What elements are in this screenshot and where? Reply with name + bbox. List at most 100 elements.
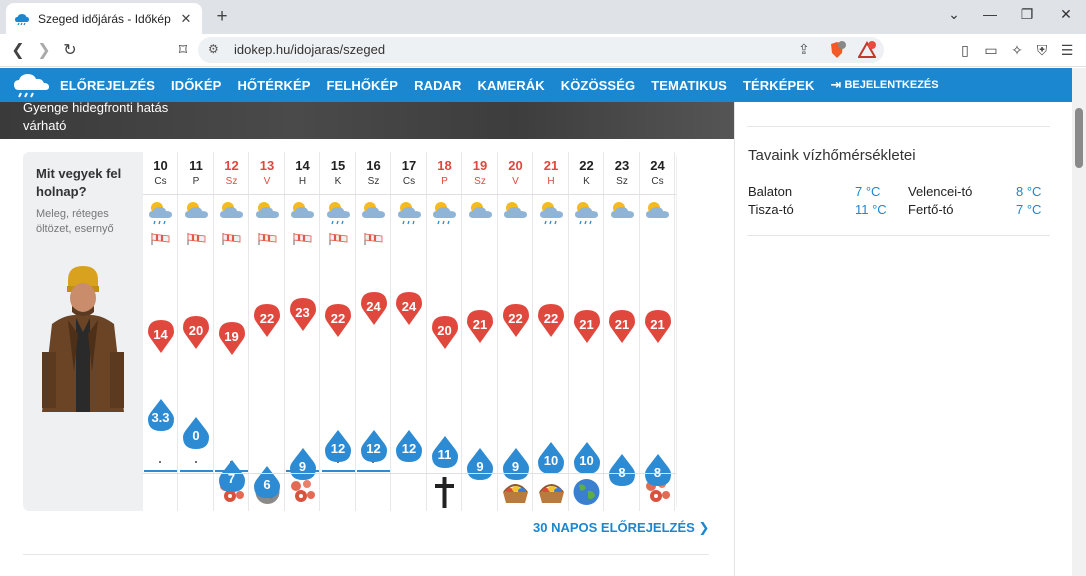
nav-item-tematikus[interactable]: TEMATIKUS xyxy=(643,78,735,93)
leo-ai-icon[interactable]: ✧ xyxy=(1008,42,1026,59)
min-temp-drop: 9 xyxy=(502,447,529,481)
tab-title: Szeged időjárás - Időkép xyxy=(38,11,171,26)
day-name: Cs xyxy=(651,176,664,187)
max-temp-pin: 22 xyxy=(502,303,529,338)
rain-cloud-icon xyxy=(397,202,421,225)
day-number: 22 xyxy=(579,158,594,173)
min-temp-drop: 10 xyxy=(573,441,600,475)
wind-sock-icon xyxy=(151,233,170,245)
brave-shields-icon[interactable] xyxy=(828,41,846,59)
nav-item-hoterkep[interactable]: HŐTÉRKÉP xyxy=(229,78,318,93)
url-text[interactable]: idokep.hu/idojaras/szeged xyxy=(234,42,385,57)
min-temp-drop: 9 xyxy=(289,447,316,481)
nav-item-radar[interactable]: RADAR xyxy=(406,78,469,93)
scrollbar-thumb[interactable] xyxy=(1075,108,1083,168)
idokep-logo-icon[interactable] xyxy=(12,70,52,100)
nav-item-elorejelzes[interactable]: ELŐREJELZÉS xyxy=(52,78,163,93)
header-divider xyxy=(143,194,676,195)
partly-cloudy-icon xyxy=(184,202,208,218)
lake-name[interactable]: Balaton xyxy=(748,184,792,199)
wind-sock-icon xyxy=(364,233,383,245)
nav-item-idokep[interactable]: IDŐKÉP xyxy=(163,78,229,93)
day-number: 15 xyxy=(330,158,346,173)
max-temp-pin: 24 xyxy=(396,291,422,326)
day-number: 12 xyxy=(224,158,239,173)
nav-item-kamerak[interactable]: KAMERÁK xyxy=(470,78,553,93)
partly-cloudy-icon xyxy=(504,202,527,218)
day-name: Sz xyxy=(367,176,380,187)
browser-tab[interactable]: Szeged időjárás - Időkép ✕ xyxy=(6,3,202,34)
thirty-day-forecast-link[interactable]: 30 NAPOS ELŐREJELZÉS ❯ xyxy=(533,520,709,536)
forecast-card: Mit vegyek fel holnap? Meleg, réteges öl… xyxy=(23,152,677,511)
tab-list-chevron-icon[interactable]: ⌄ xyxy=(944,6,964,23)
back-icon[interactable]: ❮ xyxy=(8,40,28,60)
temp-value: 24 xyxy=(366,298,381,314)
easter-basket-icon xyxy=(538,484,564,503)
temp-value: 9 xyxy=(298,459,307,475)
day-number: 18 xyxy=(437,158,452,173)
window-close-icon[interactable]: ✕ xyxy=(1056,6,1076,23)
lake-temp: 11 °C xyxy=(855,202,887,217)
day-name: V xyxy=(263,176,271,187)
max-temp-pin: 22 xyxy=(254,303,280,338)
share-icon[interactable]: ⇪ xyxy=(798,41,810,58)
temp-value: 12 xyxy=(366,440,381,456)
site-settings-icon[interactable]: ⚙ xyxy=(208,42,219,56)
day-number: 10 xyxy=(153,158,168,173)
wind-sock-icon xyxy=(329,233,347,245)
day-number: 13 xyxy=(259,158,275,173)
rain-cloud-icon xyxy=(326,202,350,225)
forecast-grid: 10 Cs 14 3.3 11 P 20 0 12 Sz 19 7 13 V 22 6 14 H 23 9 15 K 22 1… xyxy=(143,152,676,511)
lake-name[interactable]: Velencei-tó xyxy=(908,184,972,199)
min-temp-drop: 12 xyxy=(360,429,387,463)
address-bar[interactable]: ⚙ idokep.hu/idojaras/szeged ⇪ xyxy=(198,37,884,63)
earth-globe-icon xyxy=(573,479,600,505)
temp-value: 23 xyxy=(295,304,310,320)
lake-name[interactable]: Fertő-tó xyxy=(908,202,954,217)
nav-item-felhokep[interactable]: FELHŐKÉP xyxy=(319,78,407,93)
temp-value: 12 xyxy=(330,440,346,456)
lake-temp: 8 °C xyxy=(1016,184,1042,199)
precip-baseline xyxy=(179,470,213,472)
browser-toolbar: ❮ ❯ ↻ ⌑ ⚙ idokep.hu/idojaras/szeged ⇪ ▯ … xyxy=(0,34,1086,67)
new-tab-icon[interactable]: + xyxy=(212,6,232,28)
day-number: 24 xyxy=(650,158,665,173)
temp-value: 0 xyxy=(192,428,200,443)
partly-cloudy-icon xyxy=(468,202,492,218)
clothing-title[interactable]: Mit vegyek fel holnap? xyxy=(36,165,136,201)
min-temp-drop: 7 xyxy=(218,459,245,493)
wallet-icon[interactable]: ▭ xyxy=(982,42,1000,59)
nav-item-kozosseg[interactable]: KÖZÖSSÉG xyxy=(553,78,643,93)
content-divider xyxy=(23,554,709,555)
lake-temp: 7 °C xyxy=(855,184,881,199)
day-number: 11 xyxy=(189,158,203,173)
more-link-label: 30 NAPOS ELŐREJELZÉS xyxy=(533,520,695,535)
min-temp-drop: 8 xyxy=(644,453,671,487)
login-label: BEJELENTKEZÉS xyxy=(844,79,939,91)
tab-close-icon[interactable]: ✕ xyxy=(178,11,194,27)
precip-drop: 0 xyxy=(183,416,209,450)
menu-icon[interactable]: ☰ xyxy=(1058,42,1076,59)
minimize-icon[interactable]: — xyxy=(980,6,1000,22)
day-name: Sz xyxy=(225,176,238,187)
reload-icon[interactable]: ↻ xyxy=(60,40,80,60)
login-button[interactable]: ⇥ BEJELENTKEZÉS xyxy=(823,77,939,93)
max-temp-pin: 21 xyxy=(467,309,493,344)
temp-value: 9 xyxy=(476,459,484,475)
temp-value: 20 xyxy=(188,323,204,338)
forward-icon[interactable]: ❯ xyxy=(34,40,54,60)
max-temp-pin: 23 xyxy=(289,297,316,332)
vpn-icon[interactable]: ⛨ xyxy=(1033,42,1051,59)
sidebar-toggle-icon[interactable]: ▯ xyxy=(956,42,974,59)
chevron-right-icon: ❯ xyxy=(698,520,710,535)
brave-rewards-icon[interactable] xyxy=(858,41,876,59)
max-temp-pin: 21 xyxy=(573,309,600,344)
day-number: 23 xyxy=(614,158,630,173)
nav-item-terkepek[interactable]: TÉRKÉPEK xyxy=(735,78,823,93)
partly-cloudy-icon xyxy=(220,202,243,218)
max-temp-pin: 21 xyxy=(644,309,671,344)
bookmark-icon[interactable]: ⌑ xyxy=(173,40,193,60)
hero-text: Gyenge hidegfronti hatás várható xyxy=(23,102,169,133)
restore-icon[interactable]: ❐ xyxy=(1017,6,1037,23)
lake-name[interactable]: Tisza-tó xyxy=(748,202,794,217)
